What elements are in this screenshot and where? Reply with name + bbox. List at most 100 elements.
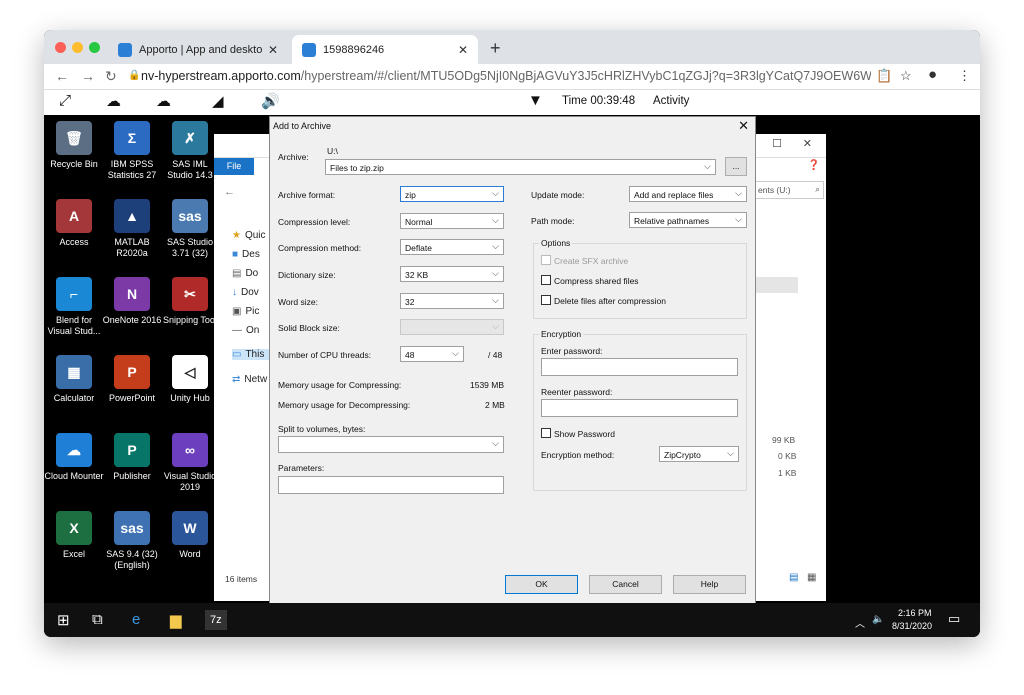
nav-item[interactable]: — On — [232, 325, 259, 336]
close-icon[interactable]: ✕ — [803, 137, 812, 150]
desktop-icon-publisher[interactable]: P Publisher — [102, 433, 162, 482]
help-icon[interactable]: ❓ — [808, 160, 820, 171]
update-mode-select[interactable]: Add and replace files ⌵ — [629, 186, 747, 202]
fullscreen-icon[interactable]: ⤢ — [59, 92, 71, 109]
nav-item[interactable]: ★ Quic — [232, 230, 266, 241]
star-icon[interactable]: ☆ — [900, 68, 912, 84]
close-icon[interactable]: ✕ — [738, 118, 749, 134]
desktop-icon-blend-for-visual-stud[interactable]: ⌐ Blend for Visual Stud... — [44, 277, 104, 337]
close-icon[interactable]: ✕ — [268, 43, 278, 57]
volume-icon[interactable]: 🔈 — [872, 614, 884, 625]
maximize-icon[interactable]: ☐ — [772, 137, 782, 150]
delete-after-checkbox[interactable] — [541, 295, 551, 305]
notification-icon[interactable]: ▭ — [948, 611, 960, 627]
address-bar[interactable]: nv-hyperstream.apporto.com/hyperstream/#… — [141, 69, 871, 83]
browse-button[interactable]: ... — [725, 157, 747, 176]
file-tab[interactable]: File — [214, 158, 254, 175]
word-size-select[interactable]: 32 ⌵ — [400, 293, 504, 309]
nav-item[interactable]: ⇄ Netw — [232, 374, 267, 385]
menu-icon[interactable]: ⋮ — [958, 68, 971, 84]
windows-start-icon[interactable]: ⊞ — [57, 611, 70, 629]
forward-arrow-icon[interactable]: → — [81, 68, 95, 84]
nav-item[interactable]: ▤ Do — [232, 268, 258, 279]
volume-icon[interactable]: 🔊 — [261, 92, 280, 110]
cpu-threads-select[interactable]: 48 ⌵ — [400, 346, 464, 362]
compress-shared-checkbox[interactable] — [541, 275, 551, 285]
back-arrow-icon[interactable]: ← — [224, 186, 235, 198]
archive-format-select[interactable]: zip ⌵ — [400, 186, 504, 202]
chevron-up-icon[interactable]: ︿ — [855, 615, 865, 630]
desktop-icon-snipping-tool[interactable]: ✂ Snipping Tool — [160, 277, 220, 326]
parameters-input[interactable] — [278, 476, 504, 494]
activity-link[interactable]: Activity — [653, 95, 689, 107]
tiles-view-icon[interactable]: ▦ — [807, 572, 816, 583]
task-view-icon[interactable]: ⧉ — [92, 611, 103, 628]
close-icon[interactable]: ✕ — [458, 43, 468, 57]
signal-icon[interactable]: ◢ — [212, 92, 224, 110]
archive-name-combobox[interactable]: Files to zip.zip ⌵ — [325, 159, 716, 175]
desktop-icon-sas-studio-3-71-32[interactable]: sas SAS Studio 3.71 (32) — [160, 199, 220, 259]
desktop-icon-onenote-2016[interactable]: N OneNote 2016 — [102, 277, 162, 326]
split-volumes-combobox[interactable]: ⌵ — [278, 436, 504, 453]
nav-item-icon: — — [232, 325, 242, 336]
create-sfx-checkbox — [541, 255, 551, 265]
compression-method-value: Deflate — [405, 243, 432, 253]
clipboard-icon[interactable]: 📋 — [876, 68, 892, 84]
desktop-icon-unity-hub[interactable]: ◁ Unity Hub — [160, 355, 220, 404]
nav-item-icon: ↓ — [232, 287, 237, 298]
upload-cloud-icon[interactable]: ☁ — [106, 92, 121, 110]
nav-item[interactable]: ↓ Dov — [232, 287, 259, 298]
ok-button[interactable]: OK — [505, 575, 578, 594]
compression-method-select[interactable]: Deflate ⌵ — [400, 239, 504, 255]
reenter-password-input[interactable] — [541, 399, 738, 417]
nav-item[interactable]: ▣ Pic — [232, 306, 259, 317]
7zip-icon[interactable]: 7z — [205, 610, 227, 630]
desktop-icon-label: Recycle Bin — [50, 159, 98, 169]
desktop-icon-excel[interactable]: X Excel — [44, 511, 104, 560]
zoom-window-button[interactable] — [89, 42, 100, 53]
help-button[interactable]: Help — [673, 575, 746, 594]
new-tab-button[interactable]: + — [490, 38, 501, 59]
nav-item[interactable]: ■ Des — [232, 249, 260, 260]
nav-item-icon: ■ — [232, 249, 239, 260]
path-mode-select[interactable]: Relative pathnames ⌵ — [629, 212, 747, 228]
archive-path: U:\ — [327, 146, 338, 156]
compression-level-select[interactable]: Normal ⌵ — [400, 213, 504, 229]
desktop-icon-calculator[interactable]: ▦ Calculator — [44, 355, 104, 404]
show-password-checkbox[interactable] — [541, 428, 551, 438]
download-cloud-icon[interactable]: ☁ — [156, 92, 171, 110]
dictionary-size-select[interactable]: 32 KB ⌵ — [400, 266, 504, 282]
selected-row[interactable] — [754, 277, 798, 293]
desktop-icon-cloud-mounter[interactable]: ☁ Cloud Mounter — [44, 433, 104, 482]
profile-icon[interactable]: ● — [928, 66, 937, 83]
cancel-button[interactable]: Cancel — [589, 575, 662, 594]
nav-item-label: Pic — [245, 306, 260, 317]
search-input[interactable]: ents (U:) ⌕ — [754, 181, 824, 199]
chevron-down-icon: ⌵ — [735, 214, 742, 224]
minimize-window-button[interactable] — [72, 42, 83, 53]
desktop-icon-sas-9-4-32-english[interactable]: sas SAS 9.4 (32) (English) — [102, 511, 162, 571]
edge-browser-icon[interactable]: e — [132, 611, 140, 628]
nav-item[interactable]: ▭ This — [232, 349, 272, 360]
desktop-icon-recycle-bin[interactable]: 🗑 Recycle Bin — [44, 121, 104, 170]
encryption-method-select[interactable]: ZipCrypto ⌵ — [659, 446, 739, 462]
tab-session[interactable]: 1598896246 ✕ — [292, 35, 478, 64]
folder-icon[interactable]: ▆ — [170, 611, 182, 629]
desktop-icon-ibm-spss-statistics-27[interactable]: Σ IBM SPSS Statistics 27 — [102, 121, 162, 181]
back-arrow-icon[interactable]: ← — [55, 68, 69, 84]
chevron-down-icon: ⌵ — [492, 268, 499, 278]
encryption-method-label: Encryption method: — [541, 450, 615, 460]
desktop-icon-sas-iml-studio-14-3[interactable]: ✗ SAS IML Studio 14.3 — [160, 121, 220, 181]
desktop-icon-visual-studio-2019[interactable]: ∞ Visual Studio 2019 — [160, 433, 220, 493]
desktop-icon-word[interactable]: W Word — [160, 511, 220, 560]
enter-password-input[interactable] — [541, 358, 738, 376]
tab-apporto[interactable]: Apporto | App and desktop str ✕ — [108, 35, 288, 64]
desktop-icon-powerpoint[interactable]: P PowerPoint — [102, 355, 162, 404]
app-icon: ☁ — [56, 433, 92, 467]
reload-icon[interactable]: ↻ — [105, 68, 117, 85]
details-view-icon[interactable]: ▤ — [789, 572, 798, 583]
desktop-icon-label: IBM SPSS Statistics 27 — [107, 159, 157, 180]
desktop-icon-matlab-r2020a[interactable]: ▲ MATLAB R2020a — [102, 199, 162, 259]
desktop-icon-access[interactable]: A Access — [44, 199, 104, 248]
close-window-button[interactable] — [55, 42, 66, 53]
